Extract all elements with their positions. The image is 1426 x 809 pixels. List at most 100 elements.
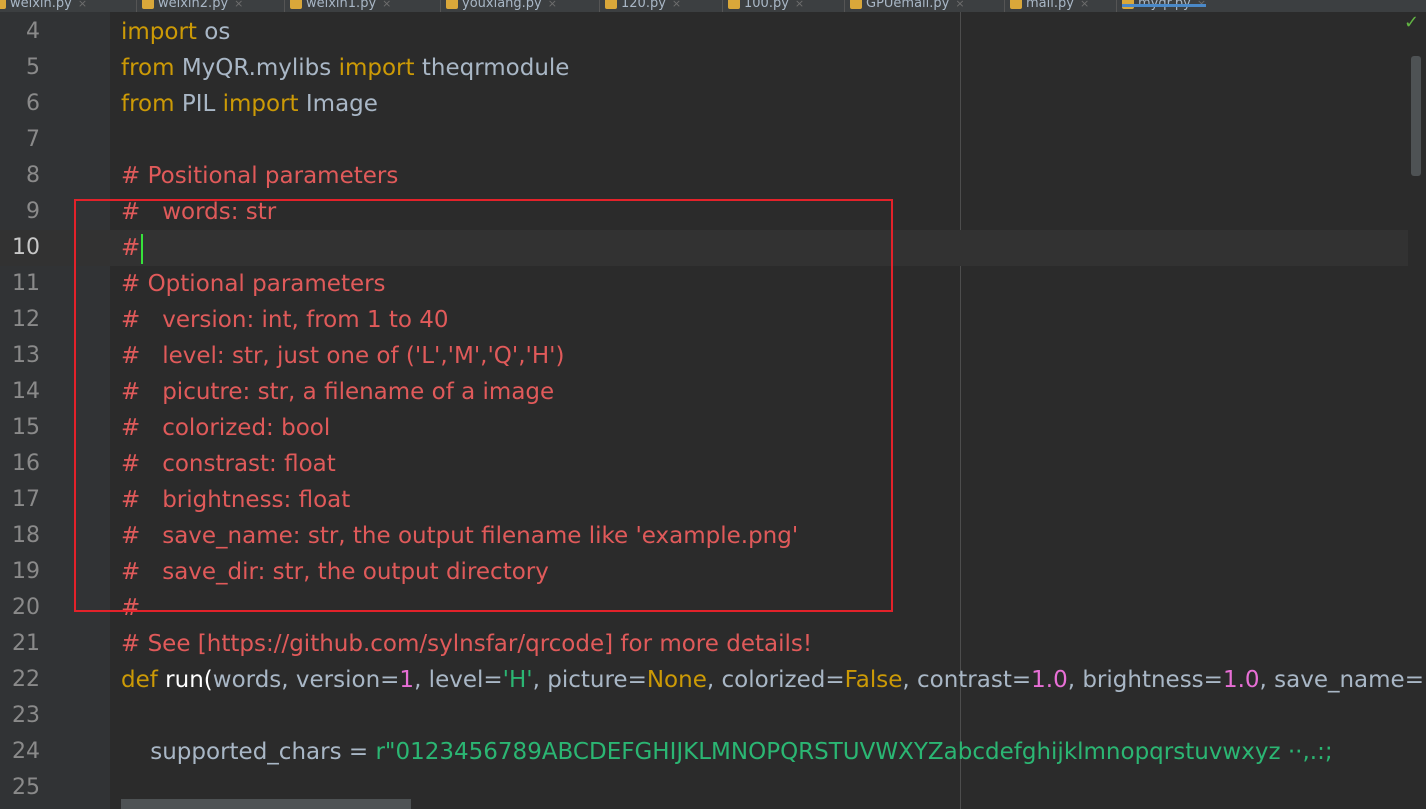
code-token: PIL <box>174 91 223 117</box>
line-number: 6 <box>26 91 40 116</box>
tab-label: weixin2.py <box>158 0 229 11</box>
code-token: words, version= <box>212 667 400 693</box>
code-token: False <box>844 667 903 693</box>
horizontal-scrollbar-thumb[interactable] <box>121 799 411 809</box>
code-token: , level= <box>414 667 503 693</box>
code-line[interactable]: 5 from MyQR.mylibs import theqrmodule <box>0 50 1408 86</box>
code-token: 1.0 <box>1222 667 1260 693</box>
code-token: os <box>196 19 231 45</box>
line-number: 19 <box>12 559 40 584</box>
tab-separator <box>136 0 137 12</box>
python-file-icon <box>728 0 740 9</box>
tab-weixin1-py[interactable]: weixin1.py × <box>290 0 391 12</box>
close-tab-icon[interactable]: × <box>234 0 243 10</box>
code-token: , contrast= <box>902 667 1032 693</box>
tab-myqr-py[interactable]: myqr.py × <box>1122 0 1207 12</box>
code-text: # See [https://github.com/sylnsfar/qrcod… <box>121 626 812 662</box>
line-number: 13 <box>12 343 40 368</box>
tab-youxiang-py[interactable]: youxiang.py × <box>446 0 557 12</box>
close-tab-icon[interactable]: × <box>955 0 964 10</box>
tab-gpuemail-py[interactable]: GPUemail.py × <box>850 0 965 12</box>
line-number: 7 <box>26 127 40 152</box>
tab-weixin2-py[interactable]: weixin2.py × <box>142 0 243 12</box>
code-token: None <box>646 667 707 693</box>
code-token: r"0123456789ABCDEFGHIJKLMNOPQRSTUVWXYZab… <box>375 739 1333 765</box>
tab-label: 100.py <box>744 0 789 11</box>
code-token: supported_chars = <box>121 739 376 765</box>
code-token: import <box>338 55 415 81</box>
tab-label: weixin.py <box>10 0 72 11</box>
line-number: 4 <box>26 19 40 44</box>
python-file-icon <box>142 0 154 9</box>
code-line[interactable]: 22 def run(words, version=1, level='H', p… <box>0 662 1426 698</box>
code-token: import <box>222 91 299 117</box>
line-number: 21 <box>12 631 40 656</box>
tab-label: GPUemail.py <box>866 0 950 11</box>
code-line[interactable]: 7 <box>0 122 1408 158</box>
code-token: MyQR.mylibs <box>174 55 339 81</box>
python-file-icon <box>0 0 6 9</box>
line-number: 8 <box>26 163 40 188</box>
line-number: 10 <box>12 235 40 260</box>
code-token: , brightness= <box>1067 667 1223 693</box>
code-line[interactable]: 6 from PIL import Image <box>0 86 1408 122</box>
vertical-scrollbar-thumb[interactable] <box>1411 56 1421 176</box>
code-text: def run(words, version=1, level='H', pic… <box>121 662 1426 698</box>
code-text: # Positional parameters <box>121 158 398 194</box>
code-token: , colorized= <box>706 667 845 693</box>
tab-separator <box>1004 0 1005 12</box>
code-line[interactable]: 8 # Positional parameters <box>0 158 1408 194</box>
tab-mail-py[interactable]: mail.py × <box>1010 0 1089 12</box>
tab-label: mail.py <box>1026 0 1074 11</box>
line-number: 5 <box>26 55 40 80</box>
close-tab-icon[interactable]: × <box>795 0 804 10</box>
python-file-icon <box>290 0 302 9</box>
code-token: 1 <box>399 667 415 693</box>
code-token: import <box>121 19 197 45</box>
close-tab-icon[interactable]: × <box>548 0 557 10</box>
code-text: from MyQR.mylibs import theqrmodule <box>121 50 569 86</box>
line-number: 23 <box>12 703 40 728</box>
close-tab-icon[interactable]: × <box>1197 0 1206 10</box>
code-token: def <box>121 667 166 693</box>
code-token: from <box>121 91 175 117</box>
close-tab-icon[interactable]: × <box>1080 0 1089 10</box>
close-tab-icon[interactable]: × <box>78 0 87 10</box>
line-number: 22 <box>12 667 40 692</box>
code-line[interactable]: 21 # See [https://github.com/sylnsfar/qrc… <box>0 626 1408 662</box>
line-number: 18 <box>12 523 40 548</box>
tab-120-py[interactable]: 120.py × <box>605 0 681 12</box>
code-token: # Positional parameters <box>121 163 399 189</box>
tab-label: weixin1.py <box>306 0 377 11</box>
code-line[interactable]: 4 import os <box>0 14 1408 50</box>
python-file-icon <box>1122 0 1134 9</box>
python-file-icon <box>446 0 458 9</box>
code-token: run( <box>165 667 213 693</box>
code-line[interactable]: 24 supported_chars = r"0123456789ABCDEFG… <box>0 734 1408 770</box>
python-file-icon <box>605 0 617 9</box>
tab-separator <box>440 0 441 12</box>
tab-label: 120.py <box>621 0 666 11</box>
tab-100-py[interactable]: 100.py × <box>728 0 804 12</box>
code-text: supported_chars = r"0123456789ABCDEFGHIJ… <box>121 734 1333 770</box>
tab-label: myqr.py <box>1138 0 1191 11</box>
code-text: import os <box>121 14 230 50</box>
line-number: 15 <box>12 415 40 440</box>
python-file-icon <box>850 0 862 9</box>
line-number: 24 <box>12 739 40 764</box>
close-tab-icon[interactable]: × <box>382 0 391 10</box>
line-number: 12 <box>12 307 40 332</box>
code-line[interactable]: 23 <box>0 698 1408 734</box>
line-number: 9 <box>26 199 40 224</box>
tab-weixin-py[interactable]: weixin.py × <box>0 0 87 12</box>
highlight-annotation-box <box>74 199 893 612</box>
tab-label: youxiang.py <box>462 0 542 11</box>
python-file-icon <box>1010 0 1022 9</box>
tab-separator <box>599 0 600 12</box>
close-tab-icon[interactable]: × <box>672 0 681 10</box>
tab-separator <box>1116 0 1117 12</box>
tab-separator <box>284 0 285 12</box>
code-token: 'H' <box>502 667 533 693</box>
line-number: 20 <box>12 595 40 620</box>
tab-separator <box>722 0 723 12</box>
